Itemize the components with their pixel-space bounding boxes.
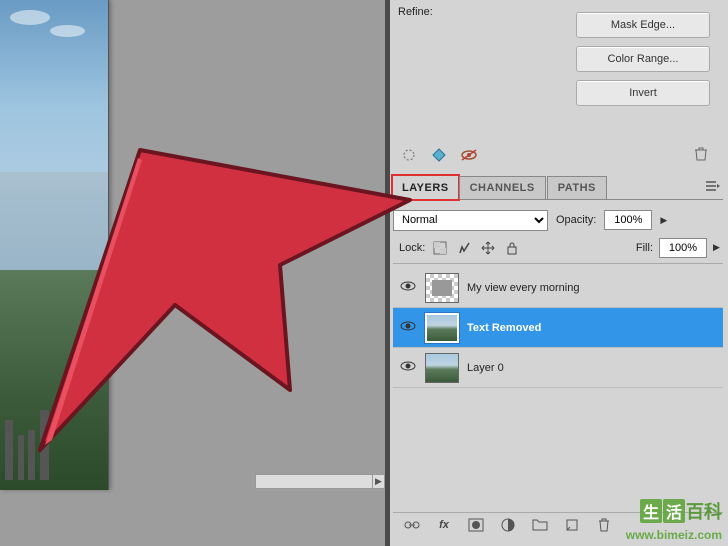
- blend-mode-row: Normal Opacity: ▶: [393, 206, 723, 234]
- document-image[interactable]: [0, 0, 109, 490]
- lock-all-icon[interactable]: [503, 239, 521, 257]
- link-layers-icon[interactable]: [403, 516, 421, 534]
- opacity-label: Opacity:: [556, 214, 596, 226]
- tab-layers[interactable]: LAYERS: [391, 174, 460, 201]
- image-building: [40, 410, 49, 480]
- image-cloud: [50, 25, 85, 37]
- panel-tabs: LAYERS CHANNELS PATHS: [393, 176, 723, 200]
- horizontal-scrollbar-track[interactable]: [255, 474, 385, 489]
- lock-row: Lock: Fill: ▶: [393, 236, 723, 264]
- adjustment-layer-icon[interactable]: [499, 516, 517, 534]
- lock-label: Lock:: [399, 242, 425, 254]
- refine-label: Refine:: [398, 6, 433, 18]
- tab-channels[interactable]: CHANNELS: [459, 176, 546, 199]
- delete-mask-icon[interactable]: [694, 146, 710, 162]
- image-cloud: [10, 10, 50, 25]
- layer-thumbnail[interactable]: [425, 353, 459, 383]
- layer-row[interactable]: My view every morning: [393, 268, 723, 308]
- layer-row[interactable]: Text Removed: [393, 308, 723, 348]
- disable-mask-icon[interactable]: [460, 146, 478, 164]
- add-mask-icon[interactable]: [467, 516, 485, 534]
- opacity-flyout-icon[interactable]: ▶: [660, 215, 670, 226]
- image-building: [5, 420, 13, 480]
- panels-sidebar: Refine: Mask Edge... Color Range... Inve…: [390, 0, 728, 546]
- layer-name[interactable]: Layer 0: [467, 362, 504, 374]
- layer-thumbnail[interactable]: [425, 313, 459, 343]
- visibility-toggle-icon[interactable]: [399, 359, 417, 377]
- blend-mode-select[interactable]: Normal: [393, 210, 548, 231]
- layer-name[interactable]: My view every morning: [467, 282, 579, 294]
- watermark: 生活百科 www.bimeiz.com: [578, 498, 728, 546]
- fill-flyout-icon[interactable]: ▶: [713, 242, 723, 253]
- layer-row[interactable]: Layer 0: [393, 348, 723, 388]
- canvas-area: ▶: [0, 0, 385, 510]
- color-range-button[interactable]: Color Range...: [576, 46, 710, 72]
- masks-refine-section: Refine: Mask Edge... Color Range... Inve…: [390, 0, 728, 170]
- lock-transparency-icon[interactable]: [431, 239, 449, 257]
- layer-style-icon[interactable]: fx: [435, 516, 453, 534]
- image-land-region: [0, 270, 108, 491]
- visibility-toggle-icon[interactable]: [399, 319, 417, 337]
- panel-menu-icon[interactable]: [706, 180, 720, 192]
- opacity-input[interactable]: [604, 210, 652, 230]
- watermark-url: www.bimeiz.com: [626, 528, 722, 542]
- fill-label: Fill:: [636, 242, 653, 254]
- image-water-region: [0, 172, 108, 270]
- group-layers-icon[interactable]: [531, 516, 549, 534]
- layer-thumbnail[interactable]: [425, 273, 459, 303]
- invert-button[interactable]: Invert: [576, 80, 710, 106]
- horizontal-scroll-right[interactable]: ▶: [372, 474, 385, 489]
- image-building: [28, 430, 35, 480]
- lock-position-icon[interactable]: [479, 239, 497, 257]
- layer-name[interactable]: Text Removed: [467, 322, 541, 334]
- layers-list: My view every morning Text Removed Layer…: [393, 268, 723, 388]
- visibility-toggle-icon[interactable]: [399, 279, 417, 297]
- mask-edge-button[interactable]: Mask Edge...: [576, 12, 710, 38]
- selection-from-mask-icon[interactable]: [400, 146, 418, 164]
- watermark-title: 生活百科: [640, 498, 722, 524]
- tab-paths[interactable]: PATHS: [547, 176, 607, 199]
- fill-input[interactable]: [659, 238, 707, 258]
- image-building: [18, 435, 24, 480]
- lock-pixels-icon[interactable]: [455, 239, 473, 257]
- apply-mask-icon[interactable]: [430, 146, 448, 164]
